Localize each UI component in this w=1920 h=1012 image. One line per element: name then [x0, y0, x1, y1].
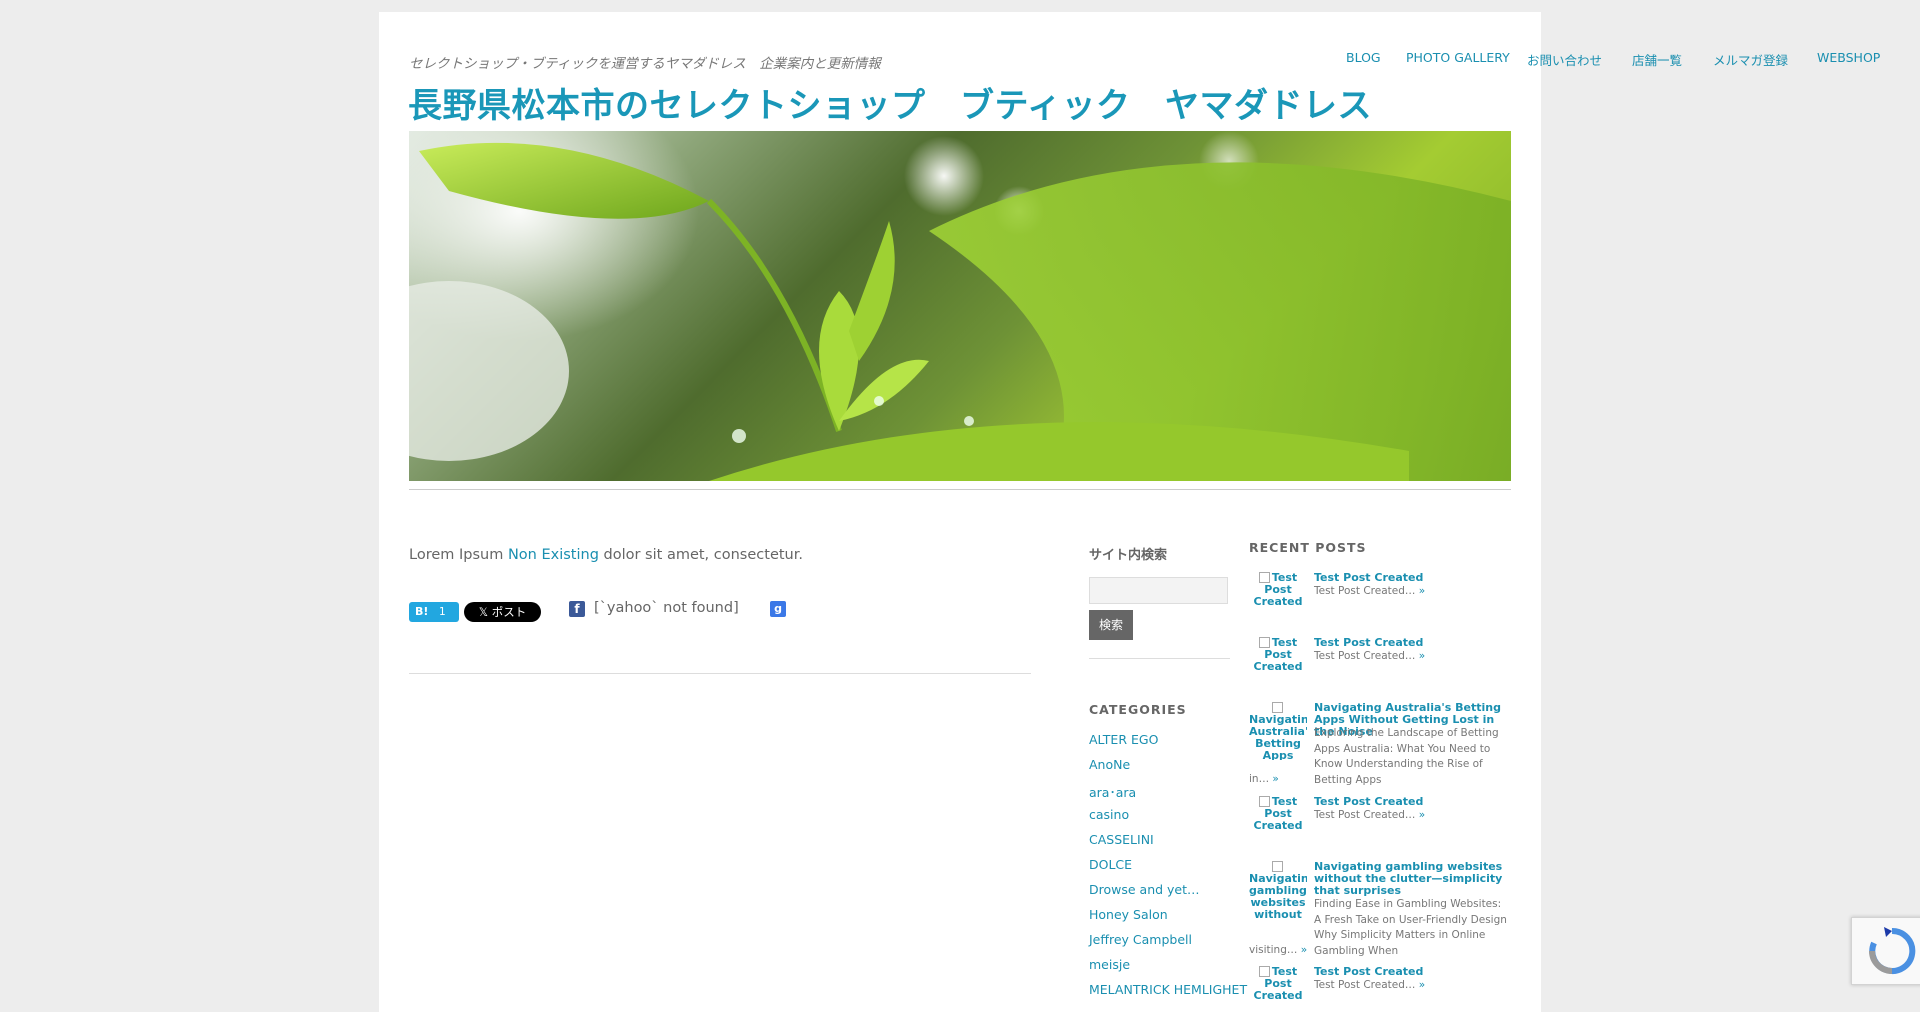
excerpt-text: Test Post Created… — [1314, 650, 1416, 662]
post-thumbnail[interactable]: Test Post Created — [1249, 572, 1307, 612]
read-more-link[interactable]: » — [1301, 944, 1307, 956]
search-button[interactable]: 検索 — [1089, 610, 1133, 640]
hatena-count: 1 — [439, 606, 446, 618]
yahoo-placeholder-text: [`yahoo` not found] — [594, 600, 739, 616]
category-link[interactable]: AnoNe — [1089, 757, 1130, 772]
excerpt-text: in… — [1249, 773, 1270, 785]
excerpt-text: Test Post Created… — [1314, 979, 1416, 991]
list-item: DOLCE — [1089, 857, 1247, 882]
read-more-link[interactable]: » — [1419, 650, 1425, 662]
recent-post-excerpt: Finding Ease in Gambling Websites: A Fre… — [1314, 898, 1507, 957]
site-tagline: セレクトショップ・ブティックを運営するヤマダドレス 企業案内と更新情報 — [409, 56, 881, 72]
list-item: casino — [1089, 807, 1247, 832]
list-item: MELANTRICK HEMLIGHET — [1089, 982, 1247, 1007]
nav-newsletter[interactable]: メルマガ登録 — [1713, 50, 1788, 69]
list-item: ara･ara — [1089, 782, 1247, 807]
list-item: AnoNe — [1089, 757, 1247, 782]
recaptcha-badge[interactable] — [1851, 917, 1920, 985]
header-image — [409, 131, 1511, 481]
search-input[interactable] — [1089, 577, 1228, 604]
facebook-icon[interactable]: f — [569, 601, 585, 617]
page-container: セレクトショップ・ブティックを運営するヤマダドレス 企業案内と更新情報 長野県松… — [379, 12, 1880, 1012]
read-more-link[interactable]: » — [1272, 773, 1278, 785]
category-link[interactable]: Jeffrey Campbell — [1089, 932, 1192, 947]
recent-post-excerpt-tail: visiting… » — [1249, 944, 1307, 956]
nav-blog[interactable]: BLOG — [1346, 50, 1381, 65]
excerpt-text: Test Post Created… — [1314, 585, 1416, 597]
read-more-link[interactable]: » — [1419, 585, 1425, 597]
nav-store-list[interactable]: 店舗一覧 — [1632, 50, 1682, 69]
read-more-link[interactable]: » — [1419, 979, 1425, 991]
category-link[interactable]: casino — [1089, 807, 1129, 822]
post-content: Lorem Ipsum Non Existing dolor sit amet,… — [409, 547, 803, 563]
broken-image-icon — [1258, 796, 1270, 807]
post-text-after: dolor sit amet, consectetur. — [598, 547, 803, 563]
recent-post-excerpt: Test Post Created… » — [1314, 584, 1511, 600]
excerpt-text: visiting… — [1249, 944, 1298, 956]
header-divider — [409, 489, 1511, 490]
broken-image-icon — [1258, 637, 1270, 648]
post-thumbnail[interactable]: Test Post Created — [1249, 796, 1307, 836]
hatena-bookmark-button[interactable]: B! 1 — [409, 602, 459, 622]
category-link[interactable]: ALTER EGO — [1089, 732, 1158, 747]
tweet-button[interactable]: 𝕏 ポスト — [464, 602, 541, 622]
recent-post-excerpt: Test Post Created… » — [1314, 978, 1511, 994]
list-item: Honey Salon — [1089, 907, 1247, 932]
post-link[interactable]: Non Existing — [508, 547, 599, 563]
nav-webshop[interactable]: WEBSHOP — [1817, 50, 1880, 65]
list-item: ALTER EGO — [1089, 732, 1247, 757]
category-link[interactable]: meisje — [1089, 957, 1130, 972]
thumbnail-alt-text: Navigating gambling websites without the — [1249, 872, 1307, 920]
recent-post-title[interactable]: Test Post Created — [1314, 796, 1511, 808]
recent-post-excerpt: Test Post Created… » — [1314, 649, 1511, 665]
recent-post-title[interactable]: Test Post Created — [1314, 966, 1511, 978]
recent-post-title[interactable]: Navigating gambling websites without the… — [1314, 861, 1511, 897]
recaptcha-icon — [1869, 927, 1916, 974]
category-link[interactable]: Honey Salon — [1089, 907, 1168, 922]
nav-photo-gallery[interactable]: PHOTO GALLERY — [1406, 50, 1510, 65]
hatena-icon: B! — [415, 605, 429, 618]
sidebar-divider — [1089, 658, 1230, 659]
recent-post-excerpt: Exploring the Landscape of Betting Apps … — [1314, 727, 1499, 786]
list-item: Jeffrey Campbell — [1089, 932, 1247, 957]
search-widget-title: サイト内検索 — [1089, 548, 1168, 563]
post-thumbnail[interactable]: Test Post Created — [1249, 966, 1307, 1006]
post-divider — [409, 673, 1031, 674]
categories-list: ALTER EGO AnoNe ara･ara casino CASSELINI… — [1089, 732, 1247, 1007]
broken-image-icon — [1271, 702, 1283, 713]
category-link[interactable]: ara･ara — [1089, 785, 1136, 800]
category-link[interactable]: DOLCE — [1089, 857, 1132, 872]
post-thumbnail[interactable]: Test Post Created — [1249, 637, 1307, 677]
post-text-before: Lorem Ipsum — [409, 547, 508, 563]
excerpt-text: Test Post Created… — [1314, 809, 1416, 821]
broken-image-icon — [1258, 572, 1270, 583]
category-link[interactable]: MELANTRICK HEMLIGHET — [1089, 982, 1247, 997]
nav-contact[interactable]: お問い合わせ — [1527, 50, 1602, 69]
list-item: CASSELINI — [1089, 832, 1247, 857]
recent-posts-title: RECENT POSTS — [1249, 540, 1367, 555]
site-title-link[interactable]: 長野県松本市のセレクトショップ ブティック ヤマダドレス — [408, 78, 1372, 127]
category-link[interactable]: Drowse and yet… — [1089, 882, 1200, 897]
category-link[interactable]: CASSELINI — [1089, 832, 1154, 847]
thumbnail-alt-text: Navigating Australia's Betting Apps — [1249, 713, 1307, 761]
recent-post-excerpt: Test Post Created… » — [1314, 808, 1511, 824]
list-item: Drowse and yet… — [1089, 882, 1247, 907]
recent-post-excerpt-tail: in… » — [1249, 773, 1279, 785]
broken-image-icon — [1258, 966, 1270, 977]
read-more-link[interactable]: » — [1419, 809, 1425, 821]
google-icon[interactable]: g — [770, 601, 786, 617]
broken-image-icon — [1271, 861, 1283, 872]
list-item: meisje — [1089, 957, 1247, 982]
categories-title: CATEGORIES — [1089, 702, 1187, 717]
post-thumbnail[interactable]: Navigating gambling websites without the — [1249, 861, 1307, 919]
recent-post-title[interactable]: Test Post Created — [1314, 637, 1511, 649]
recent-post-title[interactable]: Test Post Created — [1314, 572, 1511, 584]
post-thumbnail[interactable]: Navigating Australia's Betting Apps — [1249, 702, 1307, 760]
